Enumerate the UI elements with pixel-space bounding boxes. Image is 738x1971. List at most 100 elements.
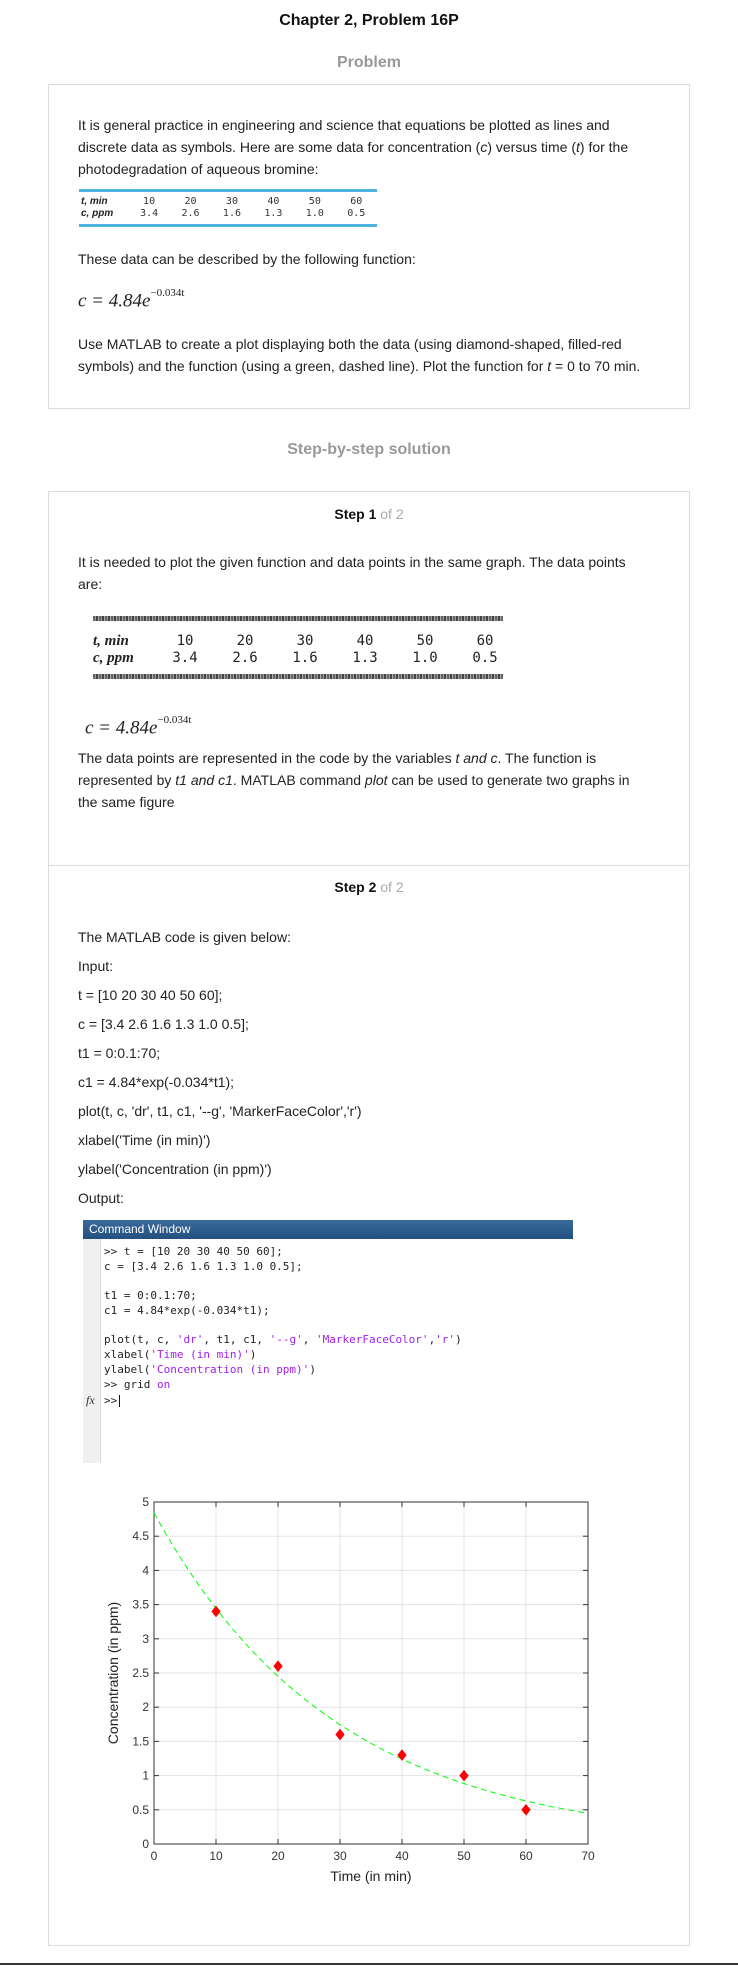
code-line: xlabel('Time (in min)')	[78, 1132, 211, 1148]
table-cell: 2.6	[181, 208, 200, 219]
code-line: plot(t, c, 'dr', t1, c1, '--g', 'MarkerF…	[78, 1103, 362, 1119]
step-label: Step 1	[334, 506, 377, 522]
table-cell: 10	[143, 196, 156, 207]
explain-line-2: represented by	[78, 772, 176, 788]
code-token: xlabel(	[104, 1348, 151, 1361]
code-string: on	[156, 1378, 171, 1391]
command-window-body[interactable]: >> t = [10 20 30 40 50 60]; c = [3.4 2.6…	[83, 1239, 573, 1463]
command-line: >> grid on	[104, 1378, 170, 1392]
table-cell: 3.4	[172, 650, 198, 666]
x-tick-label: 50	[457, 1849, 471, 1863]
x-tick-label: 70	[581, 1849, 595, 1863]
table-cell: 1.6	[292, 650, 318, 666]
code-token: )	[455, 1333, 462, 1346]
plot-svg: 0 10 20 30 40 50 60 70 0 0.5 1 1.5 2 2.5 3 3.5 4 4.5 5 Time…	[105, 1495, 595, 1884]
code-line: Input:	[78, 958, 114, 974]
table-row: c, ppm 3.4 2.6 1.6 1.3 1.0 0.5	[93, 649, 515, 667]
table-row-label: c, ppm	[93, 650, 134, 666]
table-cell: 1.0	[305, 208, 324, 219]
prompt-symbol: >>	[104, 1394, 118, 1407]
intro-line-3: ) versus time (	[487, 139, 576, 155]
intro-line-2: discrete data as symbols. Here are some …	[78, 139, 481, 155]
text-cursor	[119, 1395, 121, 1407]
x-tick-label: 0	[151, 1849, 158, 1863]
table-row: t, min 10 20 30 40 50 60	[93, 632, 515, 650]
x-tick-label: 40	[395, 1849, 409, 1863]
code-string: 'r'	[435, 1333, 456, 1346]
table-cell: 40	[267, 196, 280, 207]
table-row: c, ppm 3.4 2.6 1.6 1.3 1.0 0.5	[79, 208, 377, 220]
table-cell: 1.3	[264, 208, 283, 219]
y-tick-label: 4.5	[132, 1529, 149, 1543]
intro-line-5: photodegradation of aqueous bromine:	[78, 161, 319, 177]
step-label: Step 2	[334, 879, 377, 895]
y-tick-label: 4	[142, 1563, 149, 1577]
code-line: The MATLAB code is given below:	[78, 929, 291, 945]
y-tick-label: 1.5	[132, 1734, 149, 1748]
code-line: Output:	[78, 1190, 124, 1206]
explain-command: plot	[364, 772, 388, 788]
y-tick-label: 2	[142, 1700, 149, 1714]
command-line: c1 = 4.84*exp(-0.034*t1);	[104, 1304, 270, 1317]
explain-line-2-mid: . MATLAB command	[232, 772, 365, 788]
formula-base: c = 4.84e	[85, 717, 158, 739]
table-cell: 30	[296, 633, 314, 649]
command-gutter	[83, 1239, 101, 1463]
code-string: 'Concentration (in ppm)'	[150, 1363, 310, 1376]
step-1-explanation: The data points are represented in the c…	[78, 747, 668, 813]
solution-heading: Step-by-step solution	[287, 441, 451, 458]
command-prompt[interactable]: >>	[104, 1394, 121, 1408]
command-line: plot(t, c, 'dr', t1, c1, '--g', 'MarkerF…	[104, 1333, 462, 1347]
code-line: t1 = 0:0.1:70;	[78, 1045, 161, 1061]
formula-exponent: −0.034t	[157, 714, 192, 726]
table-row-label: c, ppm	[81, 208, 114, 219]
x-tick-label: 60	[519, 1849, 533, 1863]
command-window[interactable]: Command Window >> t = [10 20 30 40 50 60…	[83, 1220, 573, 1463]
table-cell: 0.5	[347, 208, 366, 219]
table-cell: 10	[176, 633, 194, 649]
task-line-2: symbols) and the function (using a green…	[78, 358, 548, 374]
formula: c = 4.84e−0.034t	[78, 287, 185, 312]
command-line: t1 = 0:0.1:70;	[104, 1289, 197, 1302]
y-tick-label: 2.5	[132, 1666, 149, 1680]
y-tick-label: 1	[142, 1769, 149, 1783]
code-token: ylabel(	[104, 1363, 151, 1376]
command-line: >> t = [10 20 30 40 50 60];	[104, 1245, 283, 1258]
problem-card: It is general practice in engineering an…	[48, 84, 690, 409]
table-cell: 60	[476, 633, 494, 649]
table-cell: 60	[350, 196, 363, 207]
formula-exponent: −0.034t	[150, 287, 185, 299]
command-window-title: Command Window	[83, 1220, 573, 1239]
table-cell: 0.5	[472, 650, 498, 666]
table-cell: 1.3	[352, 650, 378, 666]
table-rule	[93, 674, 503, 679]
intro-line-1: It is general practice in engineering an…	[78, 117, 610, 133]
code-token: >> grid	[104, 1378, 157, 1391]
command-line: xlabel('Time (in min)')	[104, 1348, 256, 1362]
step-2-title: Step 2 of 2	[48, 879, 690, 895]
page-title: Chapter 2, Problem 16P	[279, 12, 459, 29]
concentration-plot: 0 10 20 30 40 50 60 70 0 0.5 1 1.5 2 2.5 3 3.5 4 4.5 5 Time…	[100, 1492, 610, 1892]
task-line-2-end: = 0 to 70 min.	[551, 358, 641, 374]
fx-icon[interactable]: fx	[86, 1393, 95, 1408]
code-string: 'MarkerFaceColor'	[315, 1333, 429, 1346]
explain-line-1-end: . The function is	[497, 750, 597, 766]
code-token: ,	[302, 1333, 316, 1346]
problem-intro: It is general practice in engineering an…	[78, 114, 668, 180]
x-tick-label: 20	[271, 1849, 285, 1863]
code-token: )	[309, 1363, 316, 1376]
command-line: ylabel('Concentration (in ppm)')	[104, 1363, 316, 1377]
formula-base: c = 4.84e	[78, 290, 151, 312]
table-row-label: t, min	[81, 196, 108, 207]
data-table: t, min 10 20 30 40 50 60 c, ppm 3.4 2.6 …	[79, 189, 377, 227]
explain-vars-2: t1 and c1	[175, 772, 233, 788]
scanned-data-table: t, min 10 20 30 40 50 60 c, ppm 3.4 2.6 …	[93, 616, 503, 688]
explain-vars-1: t and c	[455, 750, 498, 766]
code-line: c1 = 4.84*exp(-0.034*t1);	[78, 1074, 235, 1090]
table-rule	[93, 616, 503, 621]
x-axis-label: Time (in min)	[330, 1868, 411, 1884]
table-cell: 40	[356, 633, 374, 649]
table-cell: 50	[416, 633, 434, 649]
y-tick-label: 3	[142, 1632, 149, 1646]
code-token: plot(t, c,	[104, 1333, 177, 1346]
